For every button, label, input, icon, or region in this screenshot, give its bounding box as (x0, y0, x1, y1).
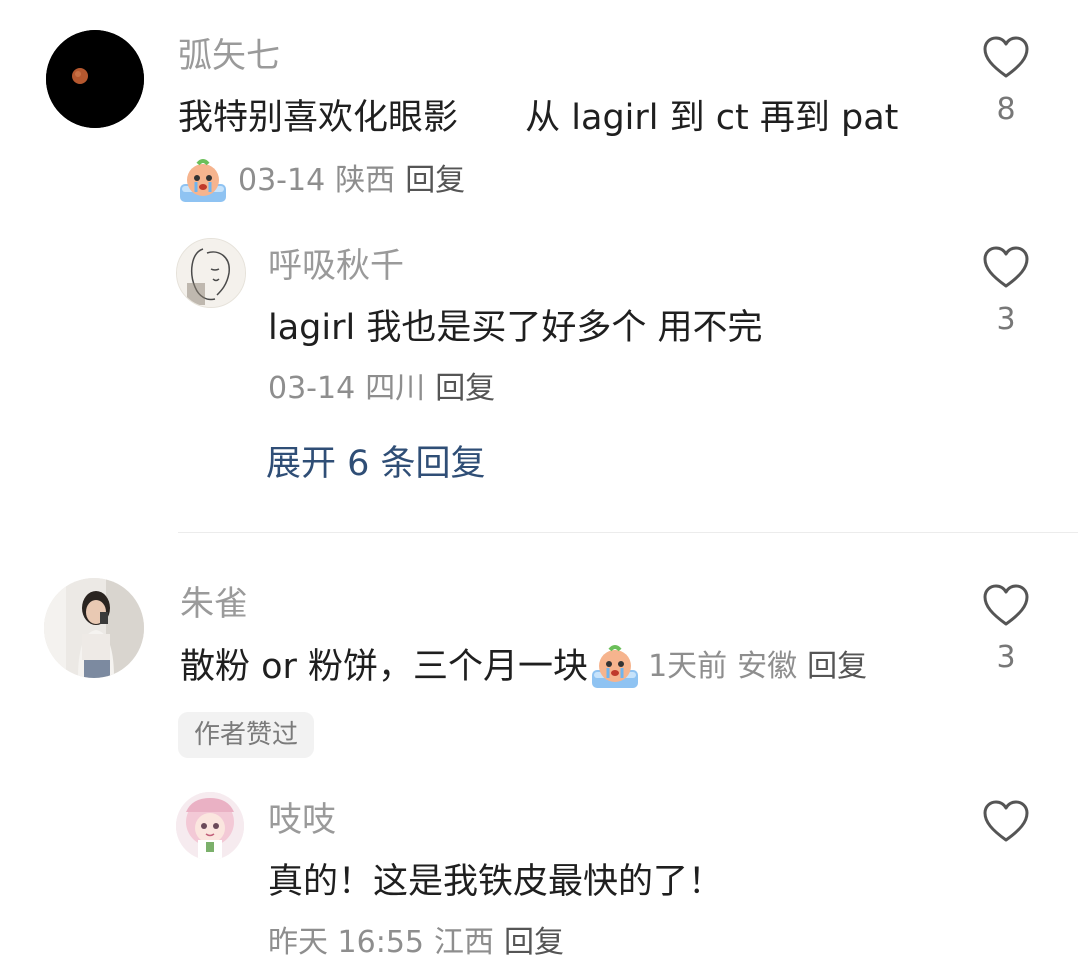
reply-button[interactable]: 回复 (807, 645, 867, 689)
anime-girl-avatar-image (176, 792, 244, 860)
reply-location: 四川 (365, 371, 426, 406)
moon-avatar-image (46, 30, 144, 128)
reply-meta: 昨天 16:55 江西 回复 (268, 924, 564, 962)
like-count: 3 (996, 640, 1016, 675)
like-button[interactable]: 8 (976, 36, 1036, 128)
comment-username[interactable]: 朱雀 (180, 584, 248, 624)
reply-button[interactable]: 回复 (504, 924, 564, 962)
avatar[interactable] (44, 578, 144, 678)
reply-location: 江西 (434, 925, 494, 960)
girl-photo-avatar-image (44, 578, 144, 678)
reply-text: 真的！这是我铁皮最快的了！ (268, 862, 724, 902)
reply-button[interactable]: 回复 (435, 370, 495, 408)
author-liked-badge: 作者赞过 (178, 712, 315, 758)
comment-text-part2: 从 lagirl 到 ct 再到 pat (525, 98, 899, 138)
reply-text: lagirl 我也是买了好多个 用不完 (268, 308, 763, 348)
sketch-face-avatar-image (177, 239, 245, 307)
avatar[interactable] (46, 30, 144, 128)
like-count: 3 (996, 302, 1016, 337)
comment-text: 散粉 or 粉饼，三个月一块 (180, 647, 589, 687)
heart-icon (983, 800, 1029, 842)
heart-icon (983, 36, 1029, 78)
comment-username[interactable]: 弧矢七 (178, 36, 280, 76)
reply-button[interactable]: 回复 (405, 162, 465, 200)
expand-replies-link[interactable]: 展开 6 条回复 (266, 442, 486, 486)
crying-face-emoji (180, 159, 226, 202)
divider (178, 532, 1078, 533)
crying-face-emoji (592, 645, 639, 688)
reply-username[interactable]: 呼吸秋千 (268, 246, 404, 286)
comment-text: 我特别喜欢化眼影 从 lagirl 到 ct 再到 pat (178, 96, 898, 140)
comment-text-part1: 我特别喜欢化眼影 (178, 98, 459, 138)
reply-username[interactable]: 吱吱 (268, 800, 336, 840)
like-count: 8 (996, 92, 1016, 127)
avatar[interactable] (176, 238, 246, 308)
reply-date: 昨天 16:55 (268, 925, 424, 960)
heart-icon (983, 584, 1029, 626)
heart-icon (983, 246, 1029, 288)
like-button[interactable] (976, 800, 1036, 844)
comment-text-line: 散粉 or 粉饼，三个月一块 1天前 安徽 回复 (180, 644, 867, 690)
comment-location: 安徽 (737, 649, 798, 684)
comment-location: 陕西 (335, 163, 396, 198)
comment-date: 03-14 (238, 163, 326, 198)
reply-meta: 03-14 四川 回复 (268, 370, 495, 408)
reply-date: 03-14 (268, 371, 356, 406)
like-button[interactable]: 3 (976, 246, 1036, 338)
comment-meta: 03-14 陕西 回复 (178, 158, 465, 204)
comment-date: 1天前 (648, 649, 728, 684)
avatar[interactable] (176, 792, 244, 860)
like-button[interactable]: 3 (976, 584, 1036, 676)
